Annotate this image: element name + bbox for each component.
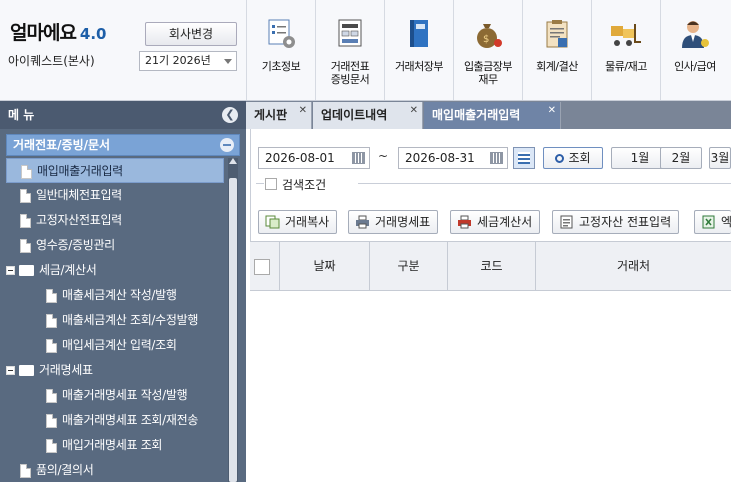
tree-folder-tax-invoice[interactable]: 세금/계산서 <box>6 258 224 283</box>
search-button[interactable]: 조회 <box>543 147 603 169</box>
asset-icon <box>560 215 573 229</box>
search-condition-checkbox[interactable] <box>265 178 277 190</box>
document-icon <box>46 288 57 303</box>
column-header-type[interactable]: 구분 <box>370 242 448 290</box>
close-icon[interactable]: ✕ <box>299 97 307 124</box>
document-icon <box>46 413 57 428</box>
tree-item-fixed-asset-voucher[interactable]: 고정자산전표입력 <box>6 208 224 233</box>
document-icon <box>20 188 31 203</box>
period-select[interactable]: 21기 2026년 <box>139 51 237 71</box>
tab-bar: 게시판 ✕ 업데이트내역 ✕ 매입매출거래입력 ✕ <box>246 101 731 129</box>
svg-text:$: $ <box>483 34 489 45</box>
tree-item-sales-statement-query[interactable]: 매출거래명세표 조회/재전송 <box>6 408 224 433</box>
divider <box>358 183 731 184</box>
search-icon <box>555 154 565 163</box>
column-header-customer[interactable]: 거래처 <box>536 242 731 290</box>
divider <box>256 183 264 184</box>
person-icon <box>682 21 709 48</box>
grid-header: 날짜 구분 코드 거래처 <box>250 241 731 291</box>
scroll-up-icon[interactable] <box>229 158 237 164</box>
document-icon <box>20 238 31 253</box>
top-header: 얼마에요 4.0 아이퀘스트(본사) 회사변경 21기 2026년 기초정보 거래… <box>0 0 731 101</box>
calendar-icon[interactable] <box>490 152 503 164</box>
app-logo: 얼마에요 4.0 <box>10 22 107 44</box>
money-bag-icon: $ <box>477 24 502 48</box>
collapse-icon[interactable] <box>6 366 15 375</box>
excel-export-button[interactable]: 엑 <box>694 210 731 234</box>
document-icon <box>46 313 57 328</box>
tree-item-sales-tax-issue[interactable]: 매출세금계산 작성/발행 <box>6 283 224 308</box>
tree-item-purchase-statement-query[interactable]: 매입거래명세표 조회 <box>6 433 224 458</box>
ledger-book-icon <box>410 20 428 47</box>
company-name: 아이퀘스트(본사) <box>8 54 95 68</box>
tree-item-sales-statement-issue[interactable]: 매출거래명세표 작성/발행 <box>6 383 224 408</box>
folder-icon <box>19 265 34 276</box>
sidebar: 거래전표/증빙/문서 매입매출거래입력 일반대체전표입력 고정자산전표입력 영수… <box>0 129 246 482</box>
calendar-icon[interactable] <box>352 152 365 164</box>
forklift-icon <box>611 24 641 46</box>
tree-item-receipt-management[interactable]: 영수증/증빙관리 <box>6 233 224 258</box>
tab-board[interactable]: 게시판 ✕ <box>246 102 312 129</box>
close-icon[interactable]: ✕ <box>410 97 418 124</box>
sidebar-group-voucher[interactable]: 거래전표/증빙/문서 <box>6 134 240 156</box>
clipboard-icon <box>546 20 568 48</box>
tax-invoice-button[interactable]: 세금계산서 <box>450 210 541 234</box>
date-to-input[interactable]: 2026-08-31 <box>398 147 508 169</box>
settings-form-icon <box>268 19 295 48</box>
document-icon <box>46 438 57 453</box>
document-icon <box>21 164 32 179</box>
menu-customer-ledger[interactable]: 거래처장부 <box>384 0 453 100</box>
copy-icon <box>265 215 280 229</box>
date-range-separator: ~ <box>378 149 389 163</box>
document-icon <box>20 463 31 478</box>
tab-purchase-sales-entry[interactable]: 매입매출거래입력 ✕ <box>424 102 561 129</box>
menu-tree: 매입매출거래입력 일반대체전표입력 고정자산전표입력 영수증/증빙관리 세금/계… <box>6 158 224 482</box>
menu-voucher[interactable]: 거래전표 증빙문서 <box>315 0 384 100</box>
collapse-sidebar-icon[interactable]: ❮ <box>222 107 238 123</box>
document-icon <box>46 338 57 353</box>
sidebar-scrollbar[interactable] <box>228 158 238 482</box>
month-button-3[interactable]: 3월 <box>709 147 731 169</box>
statement-print-button[interactable]: 거래명세표 <box>348 210 439 234</box>
tree-item-purchase-tax-entry[interactable]: 매입세금계산 입력/조회 <box>6 333 224 358</box>
sidebar-header: 메 뉴 ❮ <box>0 101 246 129</box>
tab-update-history[interactable]: 업데이트내역 ✕ <box>313 102 423 129</box>
month-button-2[interactable]: 2월 <box>660 147 702 169</box>
grid-select-all-cell <box>250 242 280 290</box>
change-company-button[interactable]: 회사변경 <box>145 22 237 46</box>
menu-logistics[interactable]: 물류/재고 <box>591 0 660 100</box>
fixed-asset-entry-button[interactable]: 고정자산 전표입력 <box>552 210 680 234</box>
select-all-checkbox[interactable] <box>254 259 270 275</box>
printer-icon <box>356 215 369 229</box>
close-icon[interactable]: ✕ <box>548 97 556 124</box>
collapse-icon[interactable] <box>6 266 15 275</box>
column-header-code[interactable]: 코드 <box>448 242 536 290</box>
tree-item-approval-document[interactable]: 품의/결의서 <box>6 458 224 482</box>
printer-icon <box>458 215 471 229</box>
collapse-group-icon[interactable] <box>220 138 234 152</box>
document-icon <box>20 213 31 228</box>
voucher-icon <box>338 19 362 47</box>
copy-transaction-button[interactable]: 거래복사 <box>258 210 338 234</box>
menu-basic-info[interactable]: 기초정보 <box>246 0 315 100</box>
search-condition-label: 검색조건 <box>282 178 327 192</box>
column-header-date[interactable]: 날짜 <box>280 242 370 290</box>
menu-hr-payroll[interactable]: 인사/급여 <box>660 0 729 100</box>
tree-item-general-voucher[interactable]: 일반대체전표입력 <box>6 183 224 208</box>
menu-accounting[interactable]: 회계/결산 <box>522 0 591 100</box>
tree-folder-statement[interactable]: 거래명세표 <box>6 358 224 383</box>
excel-icon <box>702 215 715 229</box>
folder-icon <box>19 365 34 376</box>
chevron-down-icon <box>224 59 232 64</box>
tree-item-purchase-sales-entry[interactable]: 매입매출거래입력 <box>6 158 224 183</box>
scrollbar-thumb[interactable] <box>229 178 237 482</box>
calendar-picker-button[interactable] <box>513 147 535 169</box>
document-icon <box>46 388 57 403</box>
top-menu: 기초정보 거래전표 증빙문서 거래처장부 $ 입출금장부 재무 회계/결산 물류… <box>246 0 729 100</box>
menu-cash-ledger[interactable]: $ 입출금장부 재무 <box>453 0 522 100</box>
grid-body[interactable] <box>250 291 731 482</box>
date-from-input[interactable]: 2026-08-01 <box>258 147 370 169</box>
tree-item-sales-tax-query[interactable]: 매출세금계산 조회/수정발행 <box>6 308 224 333</box>
